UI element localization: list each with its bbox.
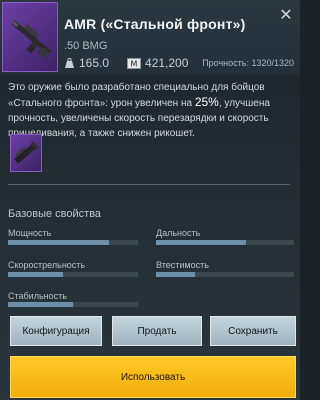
- property-label-rate: Скорострельность: [8, 260, 86, 270]
- item-stats-row: 165.0 M 421,200: [64, 56, 206, 70]
- sniper-rifle-icon: [11, 20, 52, 59]
- property-fill-power: [8, 240, 110, 245]
- weight-stat: 165.0: [64, 56, 109, 70]
- durability-text: Прочность: 1320/1320: [202, 58, 294, 68]
- property-label-power: Мощность: [8, 228, 52, 238]
- section-divider: [8, 184, 290, 185]
- item-header: AMR («Стальной фронт») ✕ .50 BMG 165.0 M…: [0, 0, 300, 74]
- close-icon[interactable]: ✕: [278, 8, 294, 24]
- svg-text:M: M: [131, 59, 138, 68]
- save-button[interactable]: Сохранить: [210, 316, 296, 346]
- use-button[interactable]: Использовать: [10, 356, 296, 398]
- property-label-capacity: Втестимость: [156, 260, 209, 270]
- price-stat: M 421,200: [127, 56, 188, 70]
- property-bar-capacity: [156, 272, 294, 277]
- property-bar-range: [156, 240, 294, 245]
- properties-title: Базовые свойства: [8, 208, 102, 220]
- price-value: 421,200: [145, 56, 189, 70]
- item-description: Это оружие было разработано специально д…: [8, 80, 294, 141]
- property-bar-rate: [8, 272, 138, 277]
- item-detail-panel: AMR («Стальной фронт») ✕ .50 BMG 165.0 M…: [0, 0, 300, 400]
- item-thumbnail: [2, 2, 58, 72]
- property-fill-capacity: [156, 272, 195, 277]
- property-bar-power: [8, 240, 138, 245]
- weight-value: 165.0: [79, 56, 110, 70]
- property-fill-stability: [8, 302, 73, 307]
- item-title: AMR («Стальной фронт»): [64, 16, 246, 32]
- property-fill-rate: [8, 272, 63, 277]
- weight-icon: [64, 57, 75, 69]
- item-ammo-type: .50 BMG: [64, 40, 108, 52]
- attachment-slot[interactable]: [10, 134, 42, 172]
- configuration-button[interactable]: Конфигурация: [10, 316, 102, 346]
- property-label-stability: Стабильность: [8, 291, 67, 301]
- property-bar-stability: [8, 302, 138, 307]
- description-highlight: 25%: [194, 95, 219, 109]
- scope-attachment-icon: [14, 141, 39, 164]
- money-icon: M: [127, 57, 142, 69]
- sell-button[interactable]: Продать: [112, 316, 202, 346]
- property-label-range: Дальность: [156, 228, 201, 238]
- property-fill-range: [156, 240, 246, 245]
